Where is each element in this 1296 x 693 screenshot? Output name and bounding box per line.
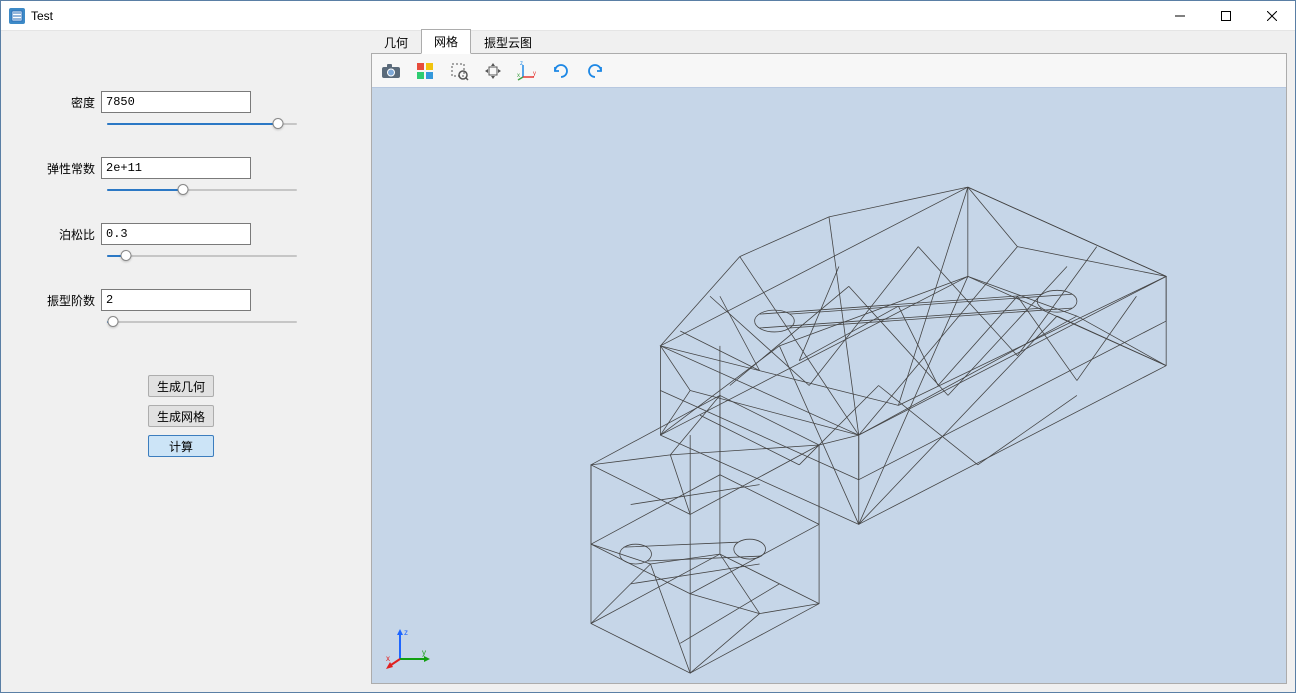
app-window: Test 密度 弹性常数 — [0, 0, 1296, 693]
axis-gizmo: z y x — [386, 625, 430, 669]
mode-order-slider[interactable] — [31, 315, 341, 335]
close-button[interactable] — [1249, 1, 1295, 31]
parameters-panel: 密度 弹性常数 泊松比 振型阶数 — [1, 31, 371, 692]
maximize-button[interactable] — [1203, 1, 1249, 31]
app-icon — [9, 8, 25, 24]
window-title: Test — [31, 9, 53, 23]
view-panel: 几何 网格 振型云图 — [371, 31, 1295, 692]
svg-text:z: z — [404, 628, 408, 637]
compute-button[interactable]: 计算 — [148, 435, 214, 457]
camera-icon[interactable] — [378, 58, 404, 84]
viewport-toolbar: z y x — [372, 54, 1286, 88]
svg-text:z: z — [520, 61, 523, 67]
generate-geometry-button[interactable]: 生成几何 — [148, 375, 214, 397]
palette-icon[interactable] — [412, 58, 438, 84]
poisson-ratio-slider[interactable] — [31, 249, 341, 269]
minimize-button[interactable] — [1157, 1, 1203, 31]
zoom-box-icon[interactable] — [446, 58, 472, 84]
mode-order-label: 振型阶数 — [31, 292, 101, 309]
xyz-axes-icon[interactable]: z y x — [514, 58, 540, 84]
rotate-ccw-icon[interactable] — [582, 58, 608, 84]
svg-text:x: x — [517, 73, 520, 79]
svg-text:y: y — [422, 648, 426, 657]
mesh-viewport[interactable]: z y x — [372, 88, 1286, 683]
elastic-constant-slider[interactable] — [31, 183, 341, 203]
rotate-cw-icon[interactable] — [548, 58, 574, 84]
density-slider[interactable] — [31, 117, 341, 137]
generate-mesh-button[interactable]: 生成网格 — [148, 405, 214, 427]
elastic-constant-input[interactable] — [101, 157, 251, 179]
mode-order-input[interactable] — [101, 289, 251, 311]
density-label: 密度 — [31, 94, 101, 111]
tab-mesh[interactable]: 网格 — [421, 29, 471, 54]
pan-icon[interactable] — [480, 58, 506, 84]
elastic-constant-label: 弹性常数 — [31, 160, 101, 177]
svg-text:x: x — [386, 654, 390, 663]
view-frame: z y x — [371, 53, 1287, 684]
tab-mode-contour[interactable]: 振型云图 — [471, 30, 545, 54]
density-input[interactable] — [101, 91, 251, 113]
svg-text:y: y — [533, 71, 536, 77]
titlebar: Test — [1, 1, 1295, 31]
poisson-ratio-label: 泊松比 — [31, 226, 101, 243]
tab-bar: 几何 网格 振型云图 — [371, 31, 1287, 53]
tab-geometry[interactable]: 几何 — [371, 30, 421, 54]
wireframe-mesh — [372, 88, 1286, 683]
poisson-ratio-input[interactable] — [101, 223, 251, 245]
